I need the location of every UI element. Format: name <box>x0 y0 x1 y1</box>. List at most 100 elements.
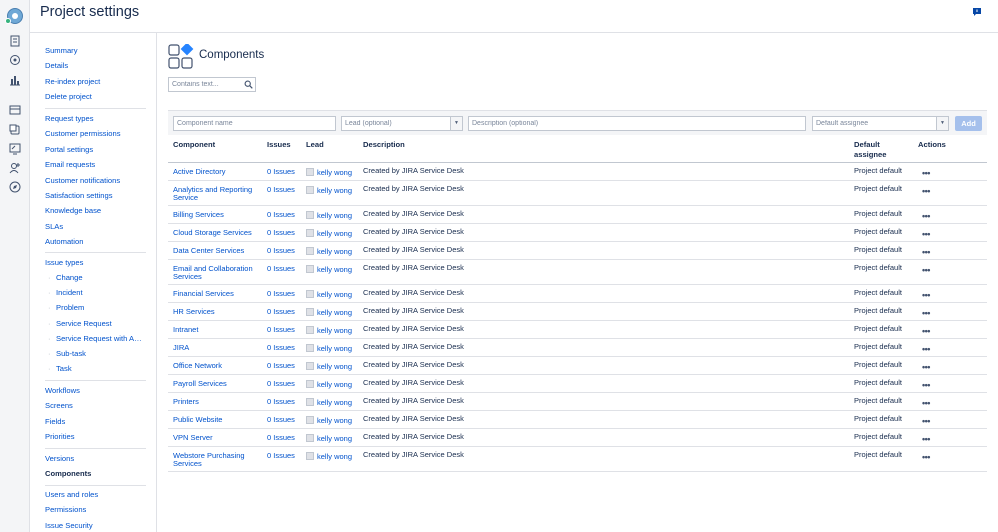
add-component-button[interactable]: Add <box>955 116 982 131</box>
issues-count-link[interactable]: 0 Issues <box>267 380 295 388</box>
more-actions-icon[interactable]: ••• <box>922 327 930 336</box>
more-actions-icon[interactable]: ••• <box>922 248 930 257</box>
lead-user-link[interactable]: kelly wong <box>306 398 352 407</box>
assignee-select[interactable] <box>813 117 948 130</box>
nav-item-request-types[interactable]: Request types <box>45 114 94 124</box>
lead-user-link[interactable]: kelly wong <box>306 380 352 389</box>
nav-item-customer-notifications[interactable]: Customer notifications <box>45 176 120 186</box>
component-name-link[interactable]: Billing Services <box>173 211 263 219</box>
component-name-link[interactable]: Active Directory <box>173 168 263 176</box>
nav-item-knowledge-base[interactable]: Knowledge base <box>45 206 101 216</box>
component-name-link[interactable]: Payroll Services <box>173 380 263 388</box>
nav-item-re-index-project[interactable]: Re-index project <box>45 77 100 87</box>
lead-user-link[interactable]: kelly wong <box>306 290 352 299</box>
component-name-link[interactable]: Email and Collaboration Services <box>173 265 263 281</box>
more-actions-icon[interactable]: ••• <box>922 435 930 444</box>
lead-user-link[interactable]: kelly wong <box>306 308 352 317</box>
issues-count-link[interactable]: 0 Issues <box>267 434 295 442</box>
issues-count-link[interactable]: 0 Issues <box>267 211 295 219</box>
component-name-input[interactable] <box>174 117 335 130</box>
more-actions-icon[interactable]: ••• <box>922 417 930 426</box>
lead-user-link[interactable]: kelly wong <box>306 362 352 371</box>
nav-item-fields[interactable]: Fields <box>45 417 65 427</box>
board-icon[interactable] <box>9 35 21 47</box>
issues-count-link[interactable]: 0 Issues <box>267 308 295 316</box>
component-name-link[interactable]: Printers <box>173 398 263 406</box>
nav-item-satisfaction-settings[interactable]: Satisfaction settings <box>45 191 113 201</box>
more-actions-icon[interactable]: ••• <box>922 291 930 300</box>
component-name-link[interactable]: Intranet <box>173 326 263 334</box>
compass-icon[interactable] <box>9 181 21 193</box>
issues-count-link[interactable]: 0 Issues <box>267 247 295 255</box>
nav-item-issue-types[interactable]: Issue types <box>45 258 83 268</box>
nav-item-users-and-roles[interactable]: Users and roles <box>45 490 98 500</box>
shortcut-icon[interactable] <box>9 124 21 136</box>
more-actions-icon[interactable]: ••• <box>922 230 930 239</box>
lead-user-link[interactable]: kelly wong <box>306 326 352 335</box>
issues-count-link[interactable]: 0 Issues <box>267 168 295 176</box>
issues-count-link[interactable]: 0 Issues <box>267 186 295 194</box>
nav-item-summary[interactable]: Summary <box>45 46 78 56</box>
queues-icon[interactable] <box>9 104 21 116</box>
component-name-link[interactable]: Analytics and Reporting Service <box>173 186 263 202</box>
more-actions-icon[interactable]: ••• <box>922 169 930 178</box>
component-name-link[interactable]: Data Center Services <box>173 247 263 255</box>
nav-item-portal-settings[interactable]: Portal settings <box>45 145 93 155</box>
lead-user-link[interactable]: kelly wong <box>306 344 352 353</box>
component-name-link[interactable]: Financial Services <box>173 290 263 298</box>
lead-user-link[interactable]: kelly wong <box>306 434 352 443</box>
nav-subitem-change[interactable]: Change <box>48 273 82 283</box>
lead-user-link[interactable]: kelly wong <box>306 247 352 256</box>
search-input[interactable] <box>169 78 241 91</box>
lead-user-link[interactable]: kelly wong <box>306 211 352 220</box>
issues-count-link[interactable]: 0 Issues <box>267 265 295 273</box>
issues-count-link[interactable]: 0 Issues <box>267 362 295 370</box>
chevron-down-icon[interactable]: ▼ <box>450 117 462 130</box>
issues-count-link[interactable]: 0 Issues <box>267 416 295 424</box>
issues-count-link[interactable]: 0 Issues <box>267 344 295 352</box>
lead-user-link[interactable]: kelly wong <box>306 265 352 274</box>
nav-item-permissions[interactable]: Permissions <box>45 505 86 515</box>
nav-item-details[interactable]: Details <box>45 61 68 71</box>
nav-item-versions[interactable]: Versions <box>45 454 74 464</box>
lead-user-link[interactable]: kelly wong <box>306 168 352 177</box>
issues-count-link[interactable]: 0 Issues <box>267 229 295 237</box>
component-name-link[interactable]: Public Website <box>173 416 263 424</box>
more-actions-icon[interactable]: ••• <box>922 363 930 372</box>
feedback-icon[interactable] <box>972 7 982 17</box>
lead-input[interactable] <box>342 117 462 130</box>
more-actions-icon[interactable]: ••• <box>922 399 930 408</box>
more-actions-icon[interactable]: ••• <box>922 309 930 318</box>
component-name-link[interactable]: JIRA <box>173 344 263 352</box>
more-actions-icon[interactable]: ••• <box>922 187 930 196</box>
nav-subitem-sub-task[interactable]: Sub-task <box>48 349 86 359</box>
component-icon[interactable] <box>9 54 21 66</box>
issues-count-link[interactable]: 0 Issues <box>267 398 295 406</box>
search-icon[interactable] <box>244 80 253 89</box>
lead-user-link[interactable]: kelly wong <box>306 416 352 425</box>
component-name-link[interactable]: Webstore Purchasing Services <box>173 452 263 468</box>
component-name-link[interactable]: HR Services <box>173 308 263 316</box>
nav-item-email-requests[interactable]: Email requests <box>45 160 95 170</box>
more-actions-icon[interactable]: ••• <box>922 212 930 221</box>
nav-item-delete-project[interactable]: Delete project <box>45 92 92 102</box>
nav-item-components[interactable]: Components <box>45 469 91 479</box>
lead-user-link[interactable]: kelly wong <box>306 452 352 461</box>
nav-subitem-incident[interactable]: Incident <box>48 288 82 298</box>
knowledge-base-icon[interactable] <box>9 143 21 155</box>
description-input[interactable] <box>469 117 805 130</box>
nav-subitem-service-request[interactable]: Service Request <box>48 319 112 329</box>
component-name-link[interactable]: Cloud Storage Services <box>173 229 263 237</box>
more-actions-icon[interactable]: ••• <box>922 266 930 275</box>
nav-subitem-problem[interactable]: Problem <box>48 303 84 313</box>
column-header-component[interactable]: Component <box>173 140 215 150</box>
nav-item-issue-security[interactable]: Issue Security <box>45 521 93 531</box>
lead-user-link[interactable]: kelly wong <box>306 229 352 238</box>
nav-item-automation[interactable]: Automation <box>45 237 83 247</box>
nav-subitem-task[interactable]: Task <box>48 364 71 374</box>
chevron-down-icon[interactable]: ▼ <box>936 117 948 130</box>
component-name-link[interactable]: Office Network <box>173 362 263 370</box>
invite-user-icon[interactable] <box>9 162 21 174</box>
component-name-link[interactable]: VPN Server <box>173 434 263 442</box>
more-actions-icon[interactable]: ••• <box>922 345 930 354</box>
